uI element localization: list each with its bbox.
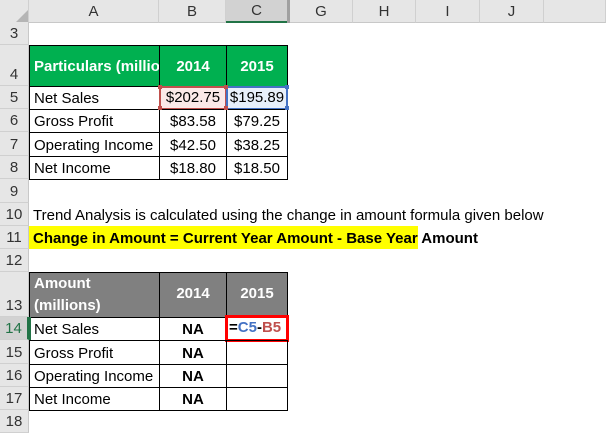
column-header-g[interactable]: G [290, 0, 353, 23]
row-header-14[interactable]: 14 [0, 317, 29, 340]
table1-cell[interactable]: $38.25 [226, 132, 288, 157]
active-cell-c14-editor[interactable]: = C5- B5 [225, 315, 289, 342]
table2-header-2[interactable]: 2015 [226, 272, 288, 318]
formula-ref-b5: B5 [261, 319, 282, 336]
table2-cell[interactable]: NA [159, 317, 227, 341]
hidden-columns-divider [287, 0, 290, 23]
range-handle[interactable] [158, 85, 162, 89]
table1-cell[interactable]: $83.58 [159, 109, 227, 133]
active-row-marker [29, 317, 31, 340]
column-header-a[interactable]: A [29, 0, 159, 23]
row-header-15[interactable]: 15 [0, 340, 29, 364]
row-header-6[interactable]: 6 [0, 109, 29, 132]
table2-header-1[interactable]: 2014 [159, 272, 227, 318]
table1-cell[interactable]: Net Income [29, 156, 160, 180]
table2-cell[interactable] [226, 364, 288, 388]
row-header-9[interactable]: 9 [0, 179, 29, 203]
table2-header-0[interactable]: Change In Amount (millions) [29, 253, 160, 318]
table1-header-2[interactable]: 2015 [226, 45, 288, 87]
formula-ref-c5: C5 [237, 319, 257, 336]
table1-cell[interactable]: $79.25 [226, 109, 288, 133]
range-handle[interactable] [285, 106, 289, 110]
row-header-5[interactable]: 5 [0, 86, 29, 109]
column-header-j[interactable]: J [480, 0, 544, 23]
row-header-16[interactable]: 16 [0, 364, 29, 387]
table1-cell[interactable]: Operating Income [29, 132, 160, 157]
select-all-triangle-icon [16, 10, 28, 22]
column-header-c[interactable]: C [226, 0, 288, 23]
table1-cell[interactable]: $42.50 [159, 132, 227, 157]
table2-cell[interactable]: Operating Income [29, 364, 160, 388]
table1-header-0[interactable]: Particulars (millions) [29, 45, 182, 87]
table2-cell[interactable]: NA [159, 364, 227, 388]
column-header-next[interactable] [544, 0, 606, 23]
range-handle[interactable] [224, 85, 228, 89]
formula-equals: = [229, 319, 238, 336]
formula-highlight[interactable]: Change in Amount = Current Year Amount -… [29, 226, 478, 249]
column-header-b[interactable]: B [159, 0, 226, 23]
row-header-10[interactable]: 10 [0, 203, 29, 226]
referenced-cell-c5[interactable]: $195.89 [226, 86, 288, 110]
table1-cell[interactable]: $18.80 [159, 156, 227, 180]
row-header-11[interactable]: 11 [0, 226, 29, 249]
table1-cell[interactable]: Gross Profit [29, 109, 160, 133]
table2-cell[interactable] [226, 340, 288, 365]
range-handle[interactable] [285, 85, 289, 89]
referenced-cell-b5[interactable]: $202.75 [159, 86, 227, 110]
table2-cell[interactable] [226, 387, 288, 411]
row-header-8[interactable]: 8 [0, 156, 29, 179]
row-header-3[interactable]: 3 [0, 22, 29, 45]
trend-note[interactable]: Trend Analysis is calculated using the c… [29, 203, 544, 226]
row-header-13[interactable]: 13 [0, 272, 29, 317]
row-header-4[interactable]: 4 [0, 45, 29, 86]
table1-cell[interactable]: $18.50 [226, 156, 288, 180]
row-header-7[interactable]: 7 [0, 132, 29, 156]
table2-cell[interactable]: NA [159, 340, 227, 365]
table1-cell[interactable]: Net Sales [29, 86, 160, 110]
table2-cell[interactable]: Net Sales [29, 317, 160, 341]
table2-cell[interactable]: NA [159, 387, 227, 411]
table1-header-1[interactable]: 2014 [159, 45, 227, 87]
select-all-corner[interactable] [0, 0, 29, 23]
column-header-h[interactable]: H [353, 0, 416, 23]
table2-cell[interactable]: Net Income [29, 387, 160, 411]
table2-cell[interactable]: Gross Profit [29, 340, 160, 365]
row-header-12[interactable]: 12 [0, 249, 29, 272]
range-handle[interactable] [158, 106, 162, 110]
range-handle[interactable] [224, 106, 228, 110]
column-header-i[interactable]: I [416, 0, 480, 23]
row-header-18[interactable]: 18 [0, 410, 29, 433]
row-header-17[interactable]: 17 [0, 387, 29, 410]
